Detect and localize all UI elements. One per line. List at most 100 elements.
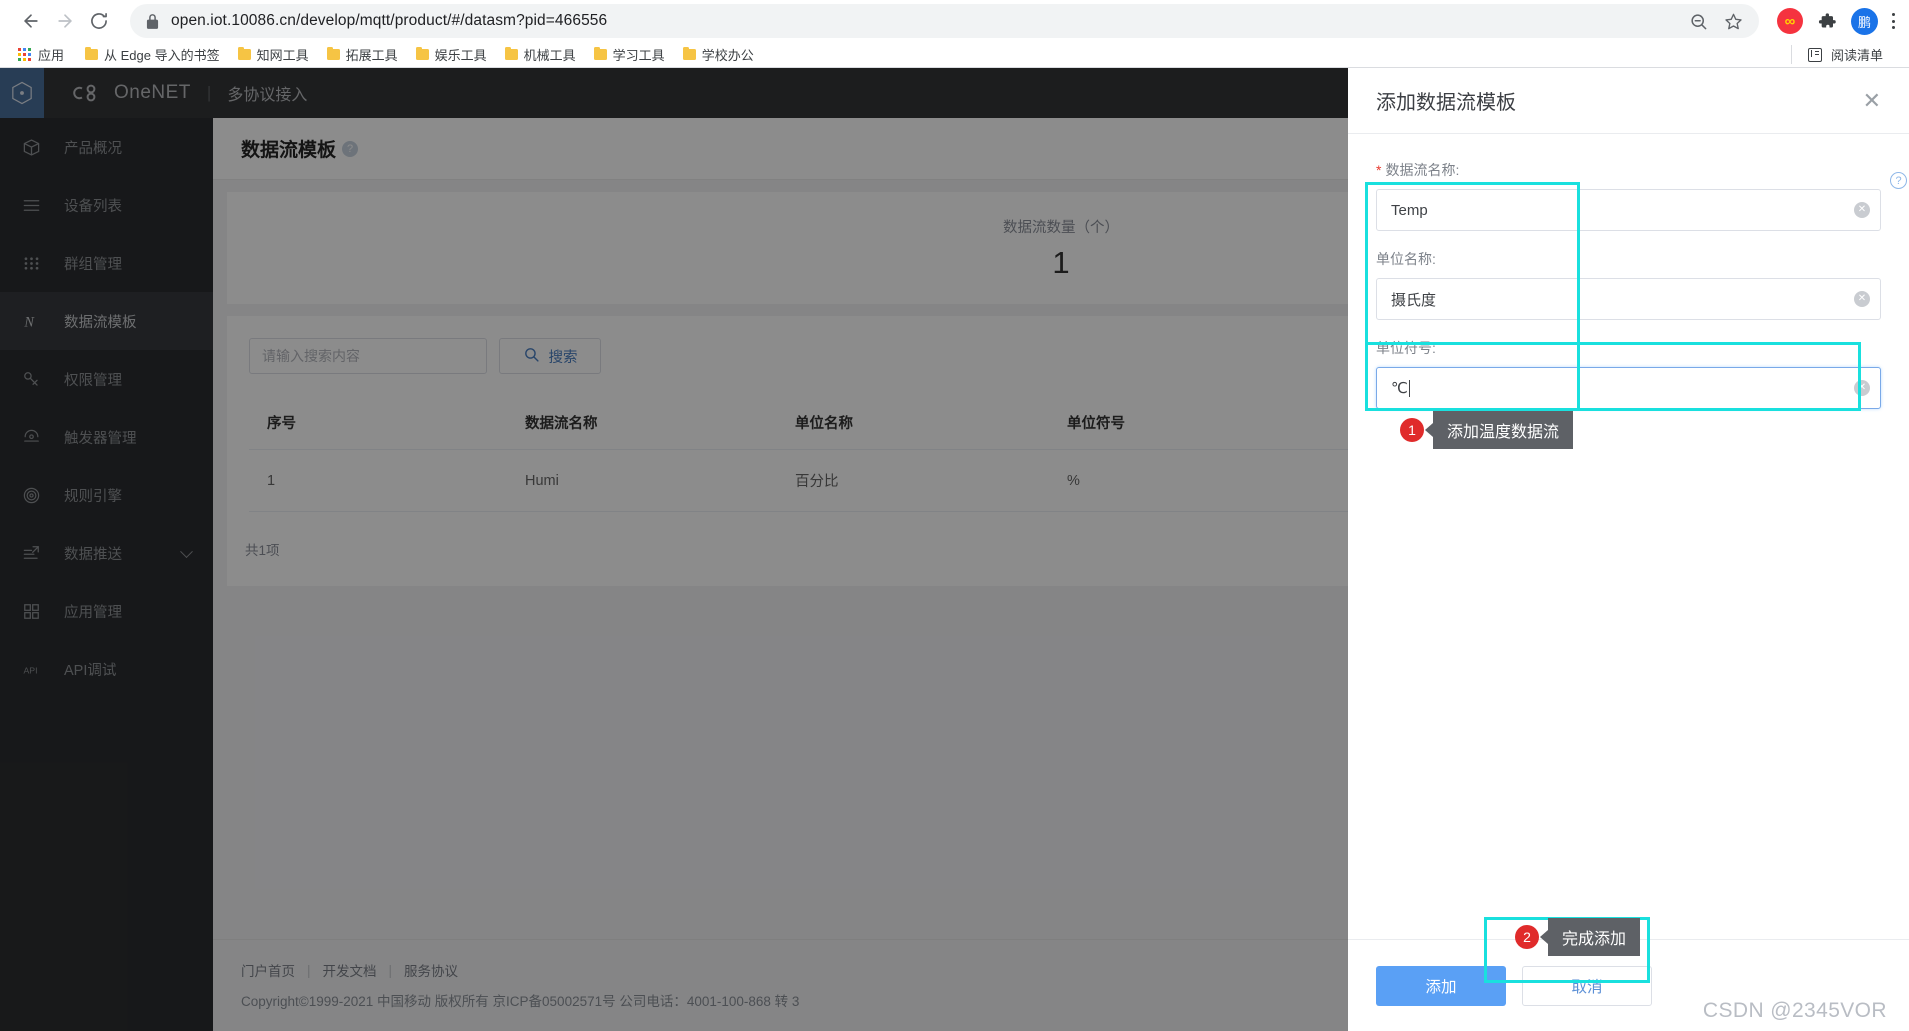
cell-unit-name: 百分比 bbox=[777, 449, 1049, 512]
trigger-icon bbox=[22, 426, 48, 448]
input-value: Temp bbox=[1391, 201, 1428, 219]
apps-grid-icon bbox=[18, 48, 31, 61]
back-arrow-icon[interactable] bbox=[14, 4, 48, 38]
folder-icon bbox=[504, 46, 518, 60]
reading-list-icon bbox=[1807, 47, 1822, 62]
list-icon bbox=[22, 194, 48, 216]
footer-link-portal[interactable]: 门户首页 bbox=[241, 960, 295, 980]
sidebar-item-rule-engine[interactable]: 规则引擎 bbox=[0, 466, 213, 524]
required-asterisk-icon: * bbox=[1376, 162, 1382, 178]
sidebar-item-product-overview[interactable]: 产品概况 bbox=[0, 118, 213, 176]
field-label: 单位符号: bbox=[1376, 340, 1436, 356]
datastream-name-input[interactable]: Temp ✕ bbox=[1376, 189, 1881, 231]
sidebar-item-trigger-management[interactable]: 触发器管理 bbox=[0, 408, 213, 466]
sidebar-item-data-push[interactable]: 数据推送 bbox=[0, 524, 213, 582]
grid-dots-icon bbox=[22, 252, 48, 274]
clear-icon[interactable]: ✕ bbox=[1854, 380, 1870, 396]
field-datastream-name: * 数据流名称: Temp ✕ ? bbox=[1376, 160, 1907, 231]
sidebar-item-label: 群组管理 bbox=[64, 256, 122, 273]
annotation-text: 完成添加 bbox=[1539, 918, 1641, 956]
submit-button[interactable]: 添加 bbox=[1376, 965, 1506, 1006]
sidebar-item-datastream-template[interactable]: N 数据流模板 bbox=[0, 292, 213, 350]
chevron-down-icon[interactable] bbox=[180, 545, 193, 559]
avatar[interactable]: 鹏 bbox=[1851, 7, 1878, 35]
n-letter-icon: N bbox=[22, 310, 48, 332]
reading-list-button[interactable]: 阅读清单 bbox=[1790, 45, 1897, 64]
sidebar-item-label: 数据推送 bbox=[64, 546, 122, 563]
footer-separator: | bbox=[307, 962, 311, 978]
field-unit-symbol: 单位符号: ℃ ✕ bbox=[1376, 338, 1881, 409]
search-button-label: 搜索 bbox=[548, 349, 578, 366]
star-icon[interactable] bbox=[1724, 12, 1743, 31]
bookmark-item[interactable]: 学校办公 bbox=[674, 43, 763, 66]
sidebar-item-label: 数据流模板 bbox=[64, 314, 137, 331]
key-icon bbox=[22, 368, 48, 390]
folder-icon bbox=[326, 46, 340, 60]
sidebar-item-device-list[interactable]: 设备列表 bbox=[0, 176, 213, 234]
bookmark-item[interactable]: 学习工具 bbox=[585, 43, 674, 66]
drawer-title: 添加数据流模板 bbox=[1376, 92, 1516, 114]
sidebar-item-label: 触发器管理 bbox=[64, 430, 137, 447]
bookmark-apps-button[interactable]: 应用 bbox=[12, 43, 70, 66]
sidebar-nav: 产品概况 设备列表 群组管理 N 数据流模板 权限管理 触发器管理 规则引擎 数… bbox=[0, 118, 213, 698]
reading-list-label: 阅读清单 bbox=[1830, 48, 1883, 63]
puzzle-icon[interactable] bbox=[1817, 11, 1837, 31]
annotation-number: 2 bbox=[1515, 925, 1539, 949]
search-input[interactable]: 请输入搜索内容 bbox=[249, 338, 487, 374]
unit-name-input[interactable]: 摄氏度 ✕ bbox=[1376, 278, 1881, 320]
annotation-number: 1 bbox=[1400, 418, 1424, 442]
bookmark-item[interactable]: 知网工具 bbox=[229, 43, 318, 66]
sidebar-item-permission-management[interactable]: 权限管理 bbox=[0, 350, 213, 408]
brand-separator: | bbox=[206, 83, 212, 102]
extension-badge-icon[interactable]: ∞ bbox=[1777, 8, 1803, 34]
zoom-out-icon[interactable] bbox=[1689, 12, 1708, 31]
unit-symbol-input[interactable]: ℃ ✕ bbox=[1376, 367, 1881, 409]
stat-label: 数据流数量（个） bbox=[1003, 219, 1119, 236]
search-button[interactable]: 搜索 bbox=[499, 338, 601, 374]
sidebar-item-label: 权限管理 bbox=[64, 372, 122, 389]
question-help-icon[interactable]: ? bbox=[1890, 172, 1907, 189]
help-icon[interactable]: ? bbox=[342, 140, 359, 157]
apps-squares-icon bbox=[22, 600, 48, 622]
folder-icon bbox=[593, 46, 607, 60]
bookmark-item[interactable]: 机械工具 bbox=[496, 43, 585, 66]
bookmark-item[interactable]: 娱乐工具 bbox=[407, 43, 496, 66]
footer-link-terms[interactable]: 服务协议 bbox=[404, 960, 458, 980]
table-col-unit-name: 单位名称 bbox=[777, 396, 1049, 450]
sidebar-item-label: 产品概况 bbox=[64, 140, 122, 157]
browser-menu-icon[interactable] bbox=[1892, 12, 1895, 31]
svg-text:API: API bbox=[24, 665, 38, 675]
sidebar-item-label: 规则引擎 bbox=[64, 488, 122, 505]
close-icon[interactable]: ✕ bbox=[1863, 89, 1881, 112]
brand-subtitle: 多协议接入 bbox=[227, 87, 308, 104]
product-logo[interactable] bbox=[0, 68, 44, 118]
bookmarks-bar: 应用 从 Edge 导入的书签 知网工具 拓展工具 娱乐工具 机械工具 学习工具 bbox=[0, 42, 1909, 68]
reload-icon[interactable] bbox=[82, 4, 116, 38]
clear-icon[interactable]: ✕ bbox=[1854, 291, 1870, 307]
bookmark-item[interactable]: 拓展工具 bbox=[318, 43, 407, 66]
footer-link-docs[interactable]: 开发文档 bbox=[323, 960, 377, 980]
forward-arrow-icon[interactable] bbox=[48, 4, 82, 38]
sidebar-item-group-management[interactable]: 群组管理 bbox=[0, 234, 213, 292]
table-col-index: 序号 bbox=[249, 396, 507, 450]
bookmark-label: 从 Edge 导入的书签 bbox=[104, 48, 220, 63]
bookmark-item[interactable]: 从 Edge 导入的书签 bbox=[76, 43, 229, 66]
sidebar-item-api-debug[interactable]: API API调试 bbox=[0, 640, 213, 698]
search-icon bbox=[523, 346, 540, 367]
cancel-button[interactable]: 取消 bbox=[1522, 965, 1652, 1006]
address-bar[interactable]: open.iot.10086.cn/develop/mqtt/product/#… bbox=[130, 4, 1759, 38]
clear-icon[interactable]: ✕ bbox=[1854, 202, 1870, 218]
annotation-2: 2 完成添加 bbox=[1515, 918, 1641, 956]
bookmark-label: 学习工具 bbox=[612, 48, 665, 63]
svg-text:N: N bbox=[23, 314, 35, 330]
lock-icon bbox=[146, 13, 159, 29]
annotation-1: 1 添加温度数据流 bbox=[1400, 411, 1574, 449]
field-label: 单位名称: bbox=[1376, 251, 1436, 267]
page-root: OneNET | 多协议接入 产品概况 设备列表 群组管理 N 数据流模板 权限… bbox=[0, 68, 1909, 1031]
folder-icon bbox=[682, 46, 696, 60]
cell-name: Humi bbox=[507, 449, 777, 512]
bookmark-label: 机械工具 bbox=[523, 48, 576, 63]
hexagon-icon bbox=[12, 81, 32, 105]
sidebar-item-application-management[interactable]: 应用管理 bbox=[0, 582, 213, 640]
footer-separator: | bbox=[388, 962, 393, 978]
